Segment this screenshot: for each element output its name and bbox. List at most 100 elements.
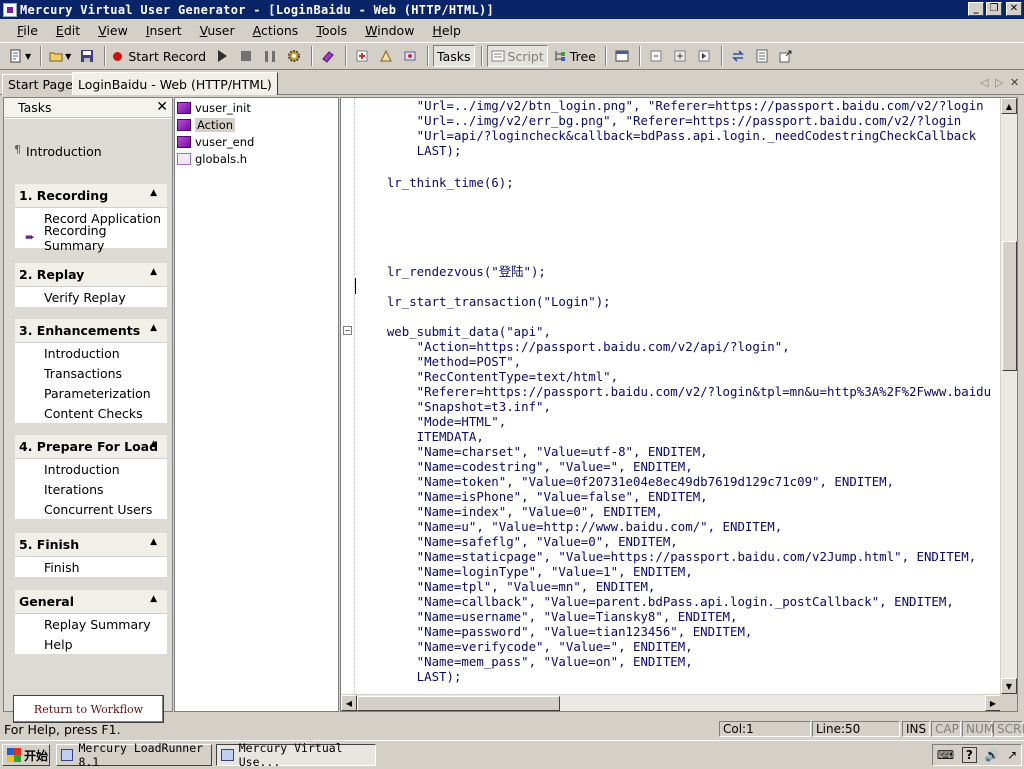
open-button[interactable]: ▼ (46, 45, 74, 67)
scroll-left-icon[interactable]: ◀ (341, 695, 357, 711)
code-line[interactable]: LAST); (357, 143, 462, 158)
task-group-header[interactable]: 2. Replay ▲ (15, 263, 167, 287)
task-item[interactable]: Introduction (15, 343, 167, 363)
code-line[interactable]: lr_start_transaction("Login"); (357, 294, 611, 309)
code-line[interactable]: "Url=../img/v2/btn_login.png", "Referer=… (357, 98, 984, 113)
task-item[interactable]: Finish (15, 557, 167, 577)
task-item[interactable]: Parameterization (15, 383, 167, 403)
collapse-icon[interactable]: ▲ (150, 439, 157, 449)
tree-view-button[interactable]: Tree (550, 45, 599, 67)
vertical-scroll-thumb[interactable] (1002, 241, 1017, 371)
run-button[interactable] (211, 45, 233, 67)
task-item[interactable]: Recording Summary (15, 223, 167, 253)
task-item[interactable]: Concurrent Users (15, 499, 167, 519)
stop-button[interactable] (235, 45, 257, 67)
code-line[interactable]: web_submit_data("api", (357, 324, 551, 339)
task-item[interactable]: Transactions (15, 363, 167, 383)
task-item[interactable]: Replay Summary (15, 614, 167, 634)
new-script-button[interactable]: ▼ (6, 45, 34, 67)
task-group-header[interactable]: 4. Prepare For Load ▲ (15, 435, 167, 459)
code-line[interactable]: "Url=../img/v2/err_bg.png", "Referer=htt… (357, 113, 962, 128)
runtime-settings-button[interactable] (611, 45, 633, 67)
code-line[interactable]: "Mode=HTML", (357, 414, 507, 429)
code-line[interactable]: "Name=codestring", "Value=", ENDITEM, (357, 459, 693, 474)
collapse-icon[interactable]: ▲ (150, 188, 157, 198)
code-line[interactable]: "Name=charset", "Value=utf-8", ENDITEM, (357, 444, 708, 459)
transaction-button[interactable] (375, 45, 397, 67)
menu-vuser[interactable]: Vuser (191, 23, 244, 38)
code-area[interactable]: "Url=../img/v2/btn_login.png", "Referer=… (357, 98, 1001, 694)
task-item[interactable]: Help (15, 634, 167, 654)
tree-item[interactable]: Action (177, 117, 236, 133)
vertical-scrollbar[interactable]: ▲ ▼ (1000, 98, 1017, 694)
script-view-button[interactable]: Script (486, 45, 548, 67)
task-group-header[interactable]: 5. Finish ▲ (15, 533, 167, 557)
code-line[interactable]: "Name=callback", "Value=parent.bdPass.ap… (357, 594, 954, 609)
code-line[interactable]: "Name=safeflg", "Value=0", ENDITEM, (357, 534, 678, 549)
scroll-down-icon[interactable]: ▼ (1001, 678, 1017, 694)
menu-help[interactable]: Help (423, 23, 470, 38)
step-forward-button[interactable] (693, 45, 715, 67)
tab-loginbaidu[interactable]: LoginBaidu - Web (HTTP/HTML) (72, 72, 278, 95)
insert-step-button[interactable] (351, 45, 373, 67)
code-line[interactable]: lr_think_time(6); (357, 175, 514, 190)
fold-marker[interactable]: − (343, 326, 352, 335)
close-button[interactable]: ✕ (1006, 2, 1022, 16)
menu-tools[interactable]: Tools (307, 23, 356, 38)
code-line[interactable]: LAST); (357, 669, 462, 684)
code-line[interactable]: lr_rendezvous("登陆"); (357, 264, 546, 279)
sync-button[interactable] (727, 45, 749, 67)
taskbar-button-loadrunner[interactable]: Mercury LoadRunner 8.1 (56, 741, 212, 769)
code-line[interactable]: "Name=username", "Value=Tiansky8", ENDIT… (357, 609, 738, 624)
scroll-up-icon[interactable]: ▲ (1001, 98, 1017, 114)
task-item[interactable]: Verify Replay (15, 287, 167, 307)
task-item[interactable]: Introduction (15, 459, 167, 479)
parameters-button[interactable] (751, 45, 773, 67)
settings-button[interactable] (283, 45, 305, 67)
task-group-header[interactable]: 3. Enhancements ▲ (15, 319, 167, 343)
horizontal-scrollbar[interactable]: ◀ ▶ (341, 694, 1001, 711)
task-item[interactable]: Content Checks (15, 403, 167, 423)
script-editor[interactable]: − "Url=../img/v2/btn_login.png", "Refere… (340, 97, 1018, 712)
code-line[interactable]: "Snapshot=t3.inf", (357, 399, 551, 414)
tab-next-icon[interactable]: ▷ (995, 76, 1003, 89)
close-icon[interactable]: ✕ (156, 99, 168, 115)
compile-button[interactable] (317, 45, 339, 67)
step-mid-button[interactable] (669, 45, 691, 67)
code-line[interactable]: "Name=tpl", "Value=mn", ENDITEM, (357, 579, 656, 594)
tree-item[interactable]: vuser_end (177, 134, 254, 150)
horizontal-scroll-thumb[interactable] (357, 696, 560, 711)
code-line[interactable]: "Url=api/?logincheck&callback=bdPass.api… (357, 128, 977, 143)
collapse-icon[interactable]: ▲ (150, 267, 157, 277)
help-icon[interactable]: ? (961, 747, 977, 763)
scroll-right-icon[interactable]: ▶ (985, 695, 1001, 711)
code-line[interactable]: "Name=isPhone", "Value=false", ENDITEM, (357, 489, 708, 504)
save-button[interactable] (76, 45, 98, 67)
menu-insert[interactable]: Insert (137, 23, 191, 38)
keyboard-icon[interactable]: ⌨ (937, 748, 954, 762)
taskbar-button-vugen[interactable]: Mercury Virtual Use... (216, 741, 376, 769)
menu-file[interactable]: File (8, 23, 47, 38)
minimize-button[interactable]: _ (968, 2, 984, 16)
start-button[interactable]: 开始 (2, 744, 50, 766)
tree-item[interactable]: vuser_init (177, 100, 251, 116)
tasks-toggle[interactable]: Tasks (433, 45, 475, 67)
code-line[interactable]: "Name=index", "Value=0", ENDITEM, (357, 504, 663, 519)
tab-close-icon[interactable]: ✕ (1010, 76, 1019, 89)
task-group-header[interactable]: General ▲ (15, 590, 167, 614)
volume-icon[interactable]: 🔊 (984, 748, 999, 762)
restore-button[interactable]: ❐ (986, 2, 1002, 16)
menu-actions[interactable]: Actions (244, 23, 308, 38)
menu-edit[interactable]: Edit (47, 23, 89, 38)
code-line[interactable]: "Referer=https://passport.baidu.com/v2/?… (357, 384, 991, 399)
tree-item[interactable]: globals.h (177, 151, 247, 167)
collapse-icon[interactable]: ▲ (150, 537, 157, 547)
app-icon[interactable] (3, 2, 17, 17)
code-line[interactable]: "RecContentType=text/html", (357, 369, 618, 384)
pause-button[interactable] (259, 45, 281, 67)
code-line[interactable]: "Name=token", "Value=0f20731e04e8ec49db7… (357, 474, 894, 489)
menu-view[interactable]: View (89, 23, 137, 38)
code-line[interactable]: "Name=staticpage", "Value=https://passpo… (357, 549, 977, 564)
code-line[interactable]: "Name=u", "Value=http://www.baidu.com/",… (357, 519, 783, 534)
code-line[interactable]: "Method=POST", (357, 354, 521, 369)
